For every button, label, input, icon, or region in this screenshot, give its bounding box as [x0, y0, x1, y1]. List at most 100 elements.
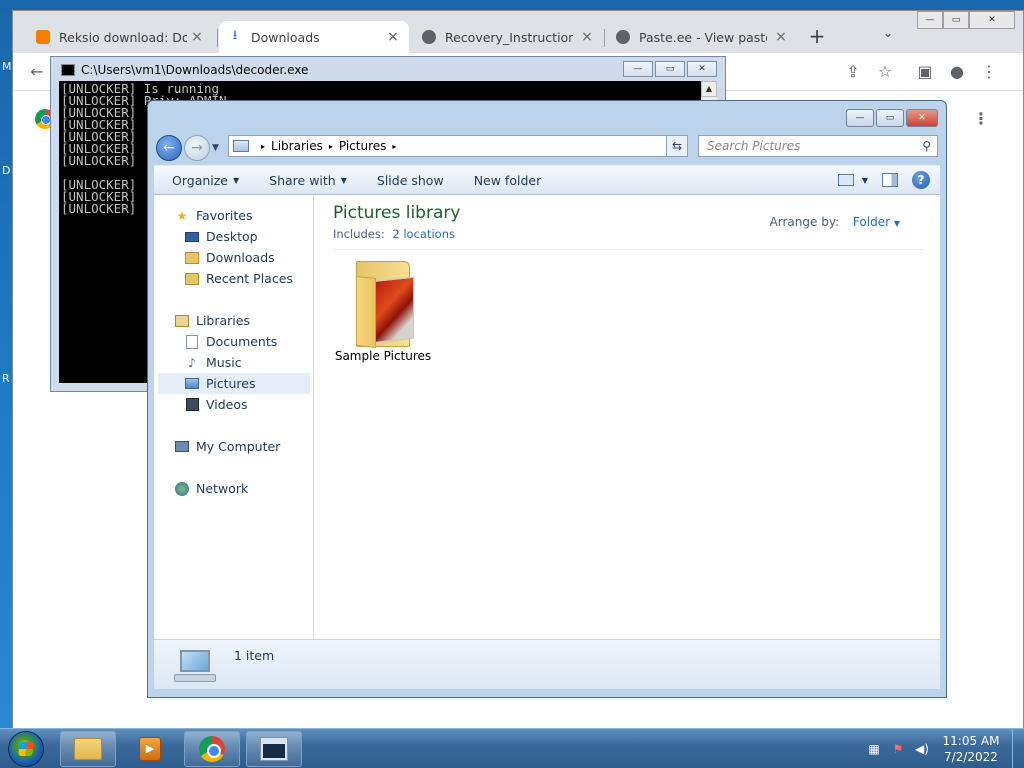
computer-base-shape	[174, 674, 216, 682]
clock-time: 11:05 AM	[942, 734, 1000, 748]
clock[interactable]: 11:05 AM 7/2/2022	[940, 733, 1002, 765]
taskbar-explorer[interactable]	[60, 731, 116, 767]
close-button[interactable]: ✕	[687, 61, 717, 77]
nav-downloads[interactable]: Downloads	[184, 247, 275, 268]
back-arrow-icon[interactable]: ←	[27, 62, 47, 82]
maximize-button[interactable]: ▭	[655, 61, 685, 77]
nav-videos[interactable]: Videos	[184, 394, 248, 415]
minimize-button[interactable]: —	[623, 61, 653, 77]
profile-icon[interactable]: ●	[947, 62, 967, 82]
nav-favorites[interactable]: ★ Favorites	[174, 205, 253, 226]
console-icon	[260, 737, 288, 761]
forward-button[interactable]: →	[184, 135, 210, 161]
organize-label: Organize	[172, 172, 228, 188]
volume-icon[interactable]: ◀)	[914, 741, 930, 757]
address-bar[interactable]: ▸ Libraries ▸ Pictures ▸ ▼	[228, 135, 688, 157]
tab-title: Recovery_Instructions.ht	[445, 29, 573, 45]
folder-icon	[74, 738, 102, 760]
computer-screen-shape	[180, 650, 210, 672]
start-button[interactable]	[8, 731, 44, 767]
nav-pictures[interactable]: Pictures	[158, 373, 310, 394]
folder-front-shape	[356, 275, 376, 349]
slide-show-label: Slide show	[376, 172, 444, 188]
locations-link[interactable]: 2 locations	[392, 227, 455, 241]
desktop-icon-label-fragment[interactable]: D	[2, 164, 10, 177]
back-button[interactable]: ←	[156, 135, 182, 161]
star-icon[interactable]: ☆	[875, 62, 895, 82]
close-button[interactable]: ✕	[906, 109, 938, 127]
new-tab-button[interactable]: +	[805, 24, 829, 48]
explorer-navbar: ← → ▼ ▸ Libraries ▸ Pictures ▸ ▼ ⇆ Searc…	[154, 131, 940, 165]
nav-libraries[interactable]: Libraries	[174, 310, 250, 331]
change-view-button[interactable]: ▼	[837, 174, 868, 186]
taskbar-chrome[interactable]	[184, 731, 240, 767]
side-panel-icon[interactable]: ▣	[915, 62, 935, 82]
folder-item[interactable]: Sample Pictures	[333, 257, 433, 363]
nav-label: Videos	[206, 397, 248, 412]
nav-label: Music	[206, 355, 242, 370]
desktop-icon-label-fragment[interactable]: M	[2, 60, 12, 73]
breadcrumb-separator-icon[interactable]: ▸	[329, 142, 333, 151]
breadcrumb-libraries[interactable]: Libraries	[271, 139, 323, 153]
nav-music[interactable]: ♪ Music	[184, 352, 242, 373]
tab-search-chevron-icon[interactable]: ⌄	[883, 26, 893, 40]
organize-button[interactable]: Organize ▼	[172, 173, 239, 188]
close-button[interactable]: ✕	[969, 11, 1015, 29]
nav-network[interactable]: Network	[174, 478, 248, 499]
arrange-dropdown[interactable]: Folder ▼	[853, 215, 900, 229]
nav-recent-places[interactable]: Recent Places	[184, 268, 293, 289]
folder-label: Sample Pictures	[334, 349, 432, 363]
preview-pane-icon[interactable]	[882, 173, 898, 187]
chrome-tab-strip: Reksio download: Down × ⭳ Downloads × Re…	[13, 11, 1023, 53]
share-icon[interactable]: ⇪	[843, 62, 863, 82]
taskbar-media-player[interactable]: ▶	[122, 731, 178, 767]
recent-pages-chevron-icon[interactable]: ▼	[212, 143, 219, 153]
close-icon[interactable]: ×	[579, 29, 595, 45]
music-note-icon: ♪	[188, 355, 196, 370]
minimize-button[interactable]: —	[846, 109, 874, 127]
nav-documents[interactable]: Documents	[184, 331, 277, 352]
item-count: 1 item	[234, 648, 275, 663]
breadcrumb-separator-icon[interactable]: ▸	[392, 142, 396, 151]
command-bar-right: ▼ ?	[837, 171, 930, 189]
chevron-down-icon: ▼	[893, 219, 900, 228]
menu-kebab-icon[interactable]: ⋮	[979, 62, 999, 82]
minimize-button[interactable]: —	[917, 11, 943, 29]
slide-show-button[interactable]: Slide show	[377, 173, 444, 188]
maximize-button[interactable]: ▭	[943, 11, 969, 29]
flag-alert-icon[interactable]: ⚑	[890, 741, 906, 757]
computer-icon	[174, 650, 216, 682]
network-icon[interactable]: ▦	[866, 741, 882, 757]
more-options-icon[interactable]: ⋮	[973, 109, 989, 128]
taskbar-console[interactable]	[246, 731, 302, 767]
refresh-icon[interactable]: ⇆	[666, 135, 688, 157]
tab-downloads[interactable]: ⭳ Downloads ×	[219, 21, 409, 53]
chrome-window-controls: — ▭ ✕	[917, 11, 1015, 29]
scroll-up-arrow-icon[interactable]: ▲	[701, 81, 717, 97]
tab-recovery-instructions[interactable]: Recovery_Instructions.ht ×	[413, 21, 603, 53]
breadcrumb-separator-icon[interactable]: ▸	[261, 142, 265, 151]
desktop-icon-label-fragment[interactable]: R	[2, 372, 10, 385]
search-input[interactable]: Search Pictures ⚲	[698, 135, 938, 157]
nav-label: My Computer	[196, 439, 281, 454]
search-icon[interactable]: ⚲	[922, 139, 931, 153]
tab-reksio[interactable]: Reksio download: Down ×	[27, 21, 213, 53]
tab-title: Downloads	[251, 29, 320, 45]
new-folder-button[interactable]: New folder	[474, 173, 542, 188]
globe-icon	[421, 29, 437, 45]
share-with-button[interactable]: Share with ▼	[269, 173, 347, 188]
desktop-icon	[184, 230, 200, 244]
close-icon[interactable]: ×	[189, 29, 205, 45]
close-icon[interactable]: ×	[773, 29, 789, 45]
tab-paste-ee[interactable]: Paste.ee - View paste ab ×	[607, 21, 797, 53]
breadcrumb-pictures[interactable]: Pictures	[339, 139, 387, 153]
new-folder-label: New folder	[473, 172, 542, 188]
help-icon[interactable]: ?	[912, 171, 930, 189]
nav-desktop[interactable]: Desktop	[184, 226, 258, 247]
libraries-icon	[233, 140, 249, 152]
close-icon[interactable]: ×	[385, 29, 401, 45]
maximize-button[interactable]: ▭	[876, 109, 904, 127]
nav-my-computer[interactable]: My Computer	[174, 436, 280, 457]
show-desktop-button[interactable]	[1012, 729, 1024, 768]
star-icon: ★	[176, 208, 188, 223]
